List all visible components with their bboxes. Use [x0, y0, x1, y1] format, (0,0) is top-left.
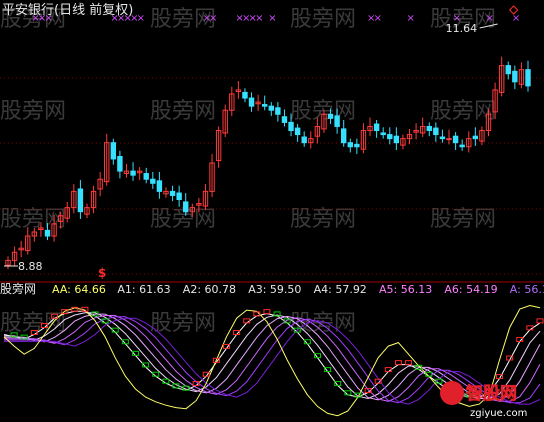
candle-body: [242, 91, 248, 99]
candle-body: [150, 178, 156, 184]
chart-canvas: 股旁网 股旁网 股旁网 股旁网股旁网 股旁网 股旁网 股旁网股旁网 股旁网 股旁网 股旁网股旁网股…: [0, 2, 544, 419]
watermark-text: 股旁网: [150, 207, 216, 232]
candle-body: [77, 188, 84, 213]
indicator-label: A3: 59.50: [248, 283, 301, 296]
watermark-text: 股旁网: [430, 207, 496, 232]
ladder-step: [263, 309, 271, 315]
candle-body: [117, 155, 123, 172]
candle-body: [156, 180, 163, 192]
ladder-step: [536, 318, 544, 324]
low-price-label: 8.88: [18, 260, 43, 273]
watermark-text: 股旁网: [0, 311, 66, 336]
candle-body: [275, 107, 281, 115]
candle-body: [439, 136, 446, 140]
indicator-label: A: 56.13: [510, 283, 544, 296]
candle-body: [340, 128, 347, 144]
candle-body: [426, 125, 432, 132]
lower-title: 股旁网: [0, 281, 36, 296]
cross-signal-mark: ×: [407, 13, 415, 24]
high-price-label: 11.64: [446, 22, 478, 35]
candle-body: [354, 143, 360, 148]
candle-body: [110, 142, 117, 160]
indicator-label: AA: 64.66: [52, 283, 106, 296]
candle-body: [525, 69, 531, 87]
candle-body: [262, 104, 268, 107]
upper-title: 平安银行(日线 前复权): [2, 2, 133, 18]
candle-body: [294, 127, 301, 136]
candle-body: [393, 135, 400, 144]
candle-body: [288, 121, 294, 132]
candle-body: [130, 170, 136, 176]
logo-url: zgiyue.com: [470, 408, 527, 419]
ladder-step: [394, 360, 402, 366]
candle-body: [433, 127, 439, 136]
watermark-text: 股旁网: [290, 99, 356, 124]
logo-icon: [440, 381, 464, 405]
cross-signal-mark: ×: [486, 13, 494, 24]
cross-signal-mark: ×: [268, 13, 276, 24]
cross-signal-mark: ×: [374, 13, 382, 24]
candle-body: [387, 134, 393, 140]
candle-body: [176, 192, 182, 201]
watermark-text: 股旁网: [150, 99, 216, 124]
watermark-text: 股旁网: [0, 99, 66, 124]
price-annotations: 11.64 8.88: [4, 5, 519, 273]
candle-body: [281, 116, 288, 123]
cross-signal-mark: ×: [209, 13, 217, 24]
candle-body: [459, 144, 465, 148]
candle-body: [334, 115, 340, 127]
logo: 智股网 zgiyue.com: [440, 381, 527, 419]
candle-body: [268, 105, 274, 111]
candle-body: [248, 97, 255, 107]
candle-body: [505, 65, 511, 75]
candle-body: [183, 201, 189, 213]
candle-body: [446, 138, 452, 141]
cross-signal-mark: ×: [512, 13, 520, 24]
indicator-label: A5: 56.13: [379, 283, 432, 296]
stock-chart: 股旁网 股旁网 股旁网 股旁网 股旁网 股旁网 股旁网 股旁网 股旁网 股旁网 股旁网 股旁网 股旁网股…: [0, 0, 544, 422]
ladder-step: [405, 360, 413, 366]
candle-body: [373, 123, 380, 132]
candle-body: [301, 136, 307, 144]
candle-body: [169, 190, 176, 196]
candle-body: [472, 135, 479, 140]
candle-body: [380, 132, 386, 136]
cross-signal-mark: ×: [255, 13, 263, 24]
indicator-label: A2: 60.78: [183, 283, 236, 296]
indicator-label: A4: 57.92: [314, 283, 367, 296]
cross-signal-mark: ×: [137, 13, 145, 24]
watermark-text: 股旁网: [290, 7, 356, 32]
watermark-text: 股旁网: [290, 207, 356, 232]
candle-body: [327, 113, 334, 119]
indicator-label: A6: 54.19: [444, 283, 497, 296]
indicator-labels: AA: 64.66 A1: 61.63 A2: 60.78 A3: 59.50 A4: …: [52, 266, 544, 296]
signal-marker: $: [98, 266, 106, 280]
indicator-label: A1: 61.63: [117, 283, 170, 296]
candle-body: [143, 173, 149, 180]
candlestick-series: [5, 56, 531, 270]
logo-text: 智股网: [466, 383, 517, 404]
candle-body: [44, 229, 51, 237]
candle-body: [512, 70, 518, 83]
candle-body: [347, 142, 353, 148]
candle-body: [452, 135, 459, 144]
watermark-text: 股旁网: [150, 311, 216, 336]
